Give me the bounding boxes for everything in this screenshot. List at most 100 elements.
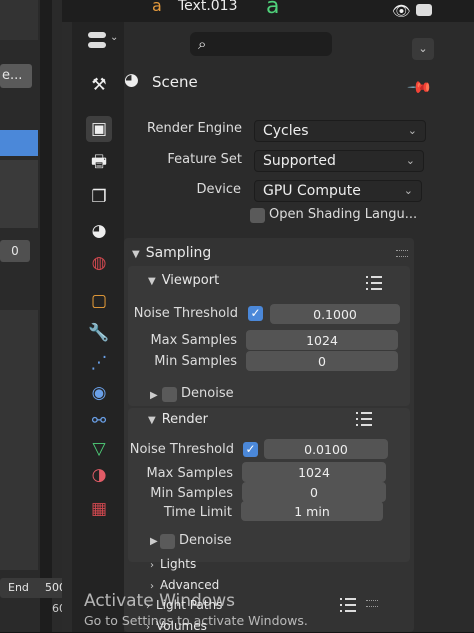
- render-noise-checkbox[interactable]: ✓: [243, 442, 258, 457]
- viewport-noise-value: 0.1000: [313, 306, 357, 322]
- frame-end-label: End: [8, 581, 29, 594]
- render-noise-field[interactable]: 0.0100: [264, 439, 388, 459]
- render-engine-value: Cycles: [263, 123, 309, 139]
- render-max-label: Max Samples: [146, 466, 233, 481]
- left-button[interactable]: e...: [0, 64, 32, 88]
- activate-windows-subtitle: Go to Settings to activate Windows.: [84, 613, 308, 628]
- sampling-title: Sampling: [145, 245, 212, 261]
- scene-icon: ◕: [124, 70, 139, 90]
- left-value-field[interactable]: 0: [0, 240, 30, 262]
- feature-set-dropdown[interactable]: Supported ⌄: [254, 150, 424, 172]
- text-data-icon: a: [266, 0, 280, 19]
- left-button-label: e...: [2, 68, 23, 83]
- presets-list-icon[interactable]: [340, 598, 356, 612]
- scene-title: Scene: [152, 73, 198, 91]
- feature-set-label: Feature Set: [167, 152, 242, 167]
- object-tab-icon[interactable]: ▢: [86, 288, 112, 314]
- render-min-value: 0: [310, 484, 318, 500]
- viewport-denoise-checkbox[interactable]: [162, 387, 177, 402]
- render-sub-title: Render: [161, 412, 208, 427]
- viewport-min-field[interactable]: 0: [246, 351, 398, 371]
- output-tab-icon[interactable]: 🖶: [86, 150, 112, 176]
- render-min-label: Min Samples: [150, 486, 233, 501]
- editor-type-icon: [88, 32, 106, 38]
- text-object-icon: a: [152, 0, 162, 15]
- render-min-field[interactable]: 0: [242, 482, 386, 502]
- chevron-down-icon: ⌄: [405, 154, 415, 167]
- viewport-noise-field[interactable]: 0.1000: [270, 304, 400, 324]
- render-max-field[interactable]: 1024: [242, 462, 386, 482]
- left-pane-top: [0, 0, 38, 40]
- device-dropdown[interactable]: GPU Compute ⌄: [254, 180, 422, 202]
- chevron-down-icon: ⌄: [407, 124, 417, 137]
- particles-tab-icon[interactable]: ⋰: [86, 350, 112, 376]
- outliner-object-name[interactable]: Text.013: [178, 0, 238, 14]
- viewport-noise-checkbox[interactable]: ✓: [248, 306, 263, 321]
- presets-list-icon[interactable]: [356, 412, 372, 426]
- camera-icon[interactable]: [416, 4, 432, 16]
- osl-label: Open Shading Langu...: [269, 207, 418, 222]
- sampling-header[interactable]: ▼ Sampling: [132, 245, 211, 261]
- view-layer-tab-icon[interactable]: ❐: [86, 184, 112, 210]
- viewport-max-label: Max Samples: [150, 333, 237, 348]
- render-engine-label: Render Engine: [147, 121, 242, 136]
- eye-icon[interactable]: 👁: [392, 2, 411, 20]
- lights-title: Lights: [160, 557, 197, 571]
- expand-triangle-icon: ▶: [150, 536, 158, 547]
- collapse-triangle-icon: ▼: [132, 249, 140, 260]
- render-max-value: 1024: [298, 464, 330, 480]
- lights-subpanel-header[interactable]: › Lights: [150, 557, 196, 571]
- presets-list-icon[interactable]: [366, 276, 382, 290]
- feature-set-value: Supported: [263, 153, 336, 169]
- osl-checkbox[interactable]: [250, 208, 265, 223]
- render-sub-header[interactable]: ▼ Render: [148, 412, 208, 427]
- render-engine-dropdown[interactable]: Cycles ⌄: [254, 120, 426, 142]
- tool-tab-icon[interactable]: ⚒: [86, 72, 112, 98]
- render-denoise-checkbox[interactable]: [160, 534, 175, 549]
- editor-type-button[interactable]: ⌄: [88, 30, 124, 52]
- left-list: [0, 160, 38, 228]
- time-limit-field[interactable]: 1 min: [241, 501, 383, 521]
- scene-tab-icon[interactable]: ◕: [86, 218, 112, 244]
- activate-windows-title: Activate Windows: [84, 591, 235, 611]
- material-tab-icon[interactable]: ◑: [86, 462, 112, 488]
- drag-handle-icon[interactable]: [366, 600, 378, 607]
- render-noise-label: Noise Threshold: [129, 442, 234, 457]
- data-tab-icon[interactable]: ▽: [86, 436, 112, 462]
- drag-handle-icon[interactable]: [396, 250, 408, 257]
- viewport-title: Viewport: [161, 273, 220, 288]
- search-input[interactable]: ⌕: [190, 32, 332, 56]
- viewport-header[interactable]: ▼ Viewport: [148, 273, 219, 288]
- world-tab-icon[interactable]: ◍: [86, 250, 112, 276]
- expand-triangle-icon: ›: [150, 560, 154, 571]
- advanced-title: Advanced: [160, 578, 220, 592]
- physics-tab-icon[interactable]: ◉: [86, 380, 112, 406]
- device-value: GPU Compute: [263, 183, 361, 199]
- search-icon: ⌕: [198, 35, 207, 53]
- advanced-subpanel-header[interactable]: › Advanced: [150, 578, 219, 592]
- collapse-triangle-icon: ▼: [148, 415, 156, 426]
- texture-tab-icon[interactable]: ▦: [86, 496, 112, 522]
- constraints-tab-icon[interactable]: ⚯: [86, 408, 112, 434]
- device-label: Device: [196, 182, 241, 197]
- viewport-noise-label: Noise Threshold: [133, 306, 238, 321]
- render-denoise-label: Denoise: [179, 533, 232, 548]
- viewport-min-value: 0: [318, 353, 326, 369]
- modifier-tab-icon[interactable]: 🔧: [86, 320, 112, 346]
- options-dropdown[interactable]: ⌄: [412, 38, 434, 60]
- viewport-max-field[interactable]: 1024: [246, 330, 398, 350]
- left-selected-row[interactable]: [0, 130, 38, 156]
- viewport-min-label: Min Samples: [154, 354, 237, 369]
- viewport-max-value: 1024: [306, 332, 338, 348]
- time-limit-label: Time Limit: [163, 505, 232, 520]
- left-scrollbar[interactable]: [40, 0, 52, 632]
- viewport-denoise-label: Denoise: [181, 386, 234, 401]
- render-tab-icon[interactable]: ▣: [86, 116, 112, 142]
- left-value-text: 0: [11, 244, 19, 258]
- expand-triangle-icon: ▶: [150, 390, 158, 401]
- collapse-triangle-icon: ▼: [148, 276, 156, 287]
- chevron-down-icon: ⌄: [403, 184, 413, 197]
- left-editor-area: e... 0: [0, 0, 62, 632]
- time-limit-value: 1 min: [294, 503, 330, 519]
- render-noise-value: 0.0100: [304, 441, 348, 457]
